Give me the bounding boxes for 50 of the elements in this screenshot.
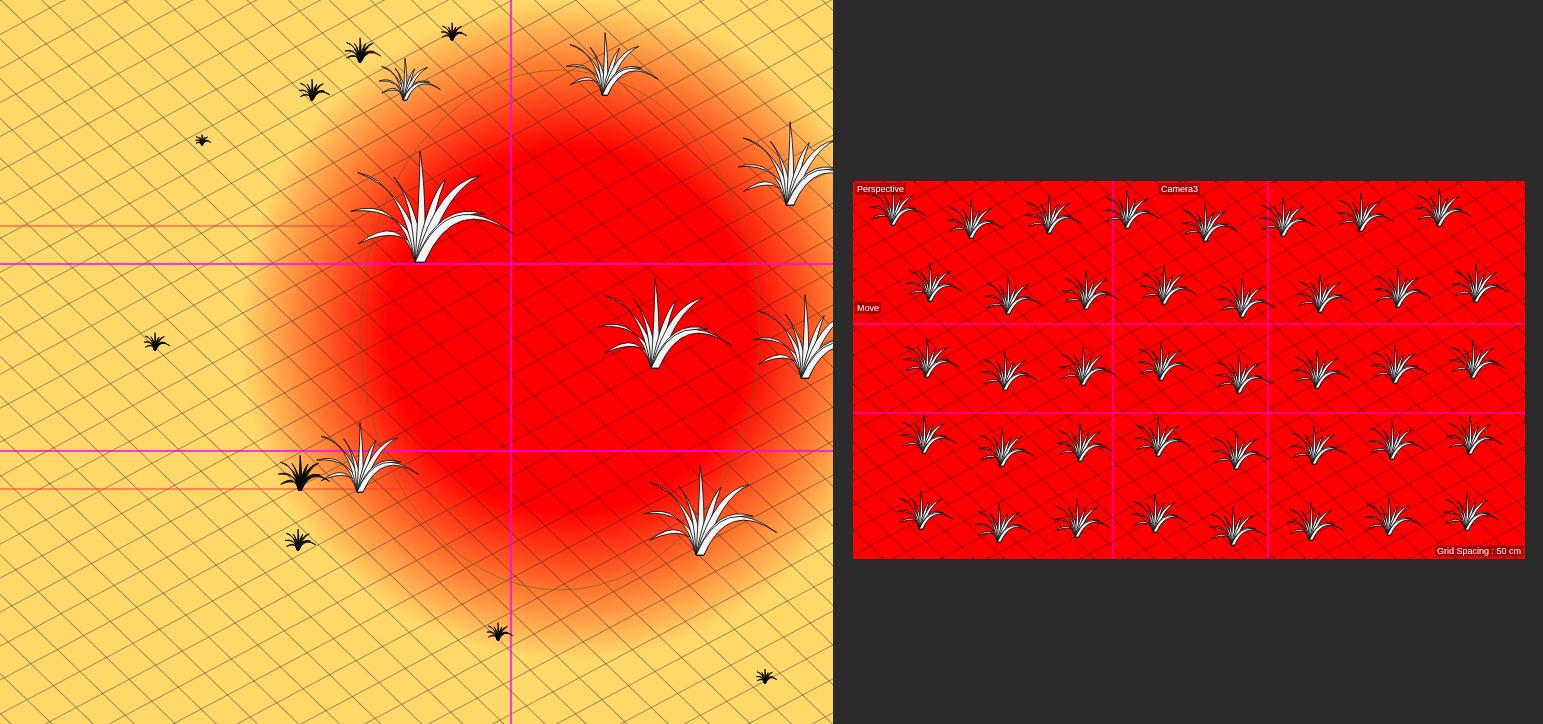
grass-clump [1442, 491, 1500, 531]
grass-clump [980, 351, 1038, 391]
grass-clump [946, 199, 1004, 239]
grass-clump [1295, 273, 1353, 313]
grass-clump [486, 622, 514, 641]
grass-clump [899, 414, 957, 454]
grass-clump [1336, 192, 1394, 232]
grass-clump [896, 490, 954, 530]
grass-clump [1448, 339, 1506, 379]
grass-clump [1180, 202, 1238, 242]
grass-clump [284, 528, 317, 551]
grass-clump [1214, 354, 1272, 394]
grass-clump [1451, 263, 1509, 303]
grass-clump [1364, 496, 1422, 536]
grass-clump [905, 262, 963, 302]
grass-clump [195, 134, 212, 146]
grass-clump [1136, 341, 1194, 381]
grass-clump [1061, 270, 1119, 310]
grass-clump [1052, 498, 1110, 538]
grass-clump [755, 668, 778, 684]
grass-clump [1367, 420, 1425, 460]
grass-clump [974, 503, 1032, 543]
grass-clump [1058, 346, 1116, 386]
tool-label: Move [855, 302, 881, 314]
grass-clump [1286, 501, 1344, 541]
grass-clump [1370, 344, 1428, 384]
grass-clump [1373, 268, 1431, 308]
view-label[interactable]: Perspective [855, 183, 907, 195]
grass-clump [440, 22, 468, 41]
grass-clump [143, 332, 171, 351]
grass-clump [1211, 430, 1269, 470]
grass-clump [1024, 194, 1082, 234]
grass-clump [298, 78, 331, 101]
grass-clump [1133, 417, 1191, 457]
grass-clump [1289, 425, 1347, 465]
grass-clump [1130, 493, 1188, 533]
grass-clump [983, 275, 1041, 315]
grass-clump [1217, 278, 1275, 318]
grass-clump [1208, 506, 1266, 546]
grass-clump [1258, 197, 1316, 237]
grass-clump [902, 338, 960, 378]
grass-clump [1292, 349, 1350, 389]
grass-clump [1102, 189, 1160, 229]
grid-spacing-label: Grid Spacing : 50 cm [1434, 545, 1523, 557]
grass-clump [1055, 422, 1113, 462]
camera-label[interactable]: Camera3 [1159, 183, 1200, 195]
grass-clump [1139, 265, 1197, 305]
grass-clump [1414, 187, 1472, 227]
grass-clump [977, 427, 1035, 467]
grass-clump [1445, 415, 1503, 455]
